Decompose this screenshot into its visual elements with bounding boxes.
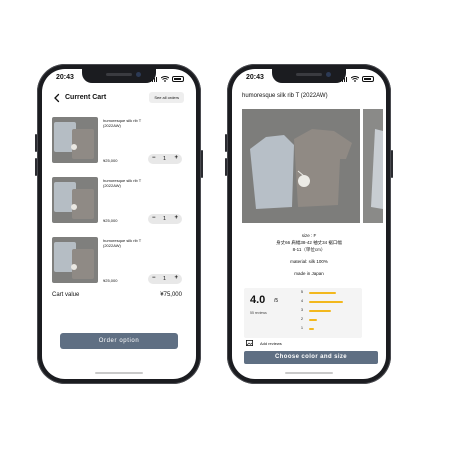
item-price: ¥25,000 bbox=[103, 218, 118, 223]
cart-value-label: Cart value bbox=[52, 292, 80, 298]
status-time: 20:43 bbox=[246, 74, 264, 81]
decrease-button[interactable]: − bbox=[152, 275, 156, 281]
origin-info: made in Japan bbox=[294, 271, 324, 276]
battery-icon bbox=[362, 75, 374, 82]
status-bar: 20:43 bbox=[232, 73, 386, 85]
volume-button bbox=[35, 134, 37, 152]
decrease-button[interactable]: − bbox=[152, 155, 156, 161]
material-info: material: silk 100% bbox=[290, 259, 328, 264]
measurements-line-1: 身丈66 肩幅38-42 袖丈34 裾口幅 bbox=[276, 240, 342, 245]
decrease-button[interactable]: − bbox=[152, 215, 156, 221]
review-count: 55 reviews bbox=[250, 311, 267, 315]
rating-bar-fill bbox=[309, 318, 317, 321]
home-indicator[interactable] bbox=[285, 372, 333, 374]
right-screen: 20:43 humoresque silk rib T (2022AW) siz… bbox=[232, 69, 386, 379]
see-all-orders-button[interactable]: See all orders bbox=[149, 92, 184, 103]
item-name: humoresque silk rib T (2022AW) bbox=[103, 178, 142, 188]
rating-bar-fill bbox=[309, 327, 314, 330]
item-name: humoresque silk rib T (2022AW) bbox=[103, 118, 142, 128]
review-summary: 4.0 /5 55 reviews 5 4 3 2 1 bbox=[244, 288, 362, 338]
quantity-stepper: − 1 + bbox=[148, 154, 182, 164]
product-image-next[interactable] bbox=[363, 109, 383, 223]
rating-bar-label: 4 bbox=[301, 299, 303, 303]
item-price: ¥25,000 bbox=[103, 278, 118, 283]
status-bar: 20:43 bbox=[42, 73, 196, 85]
battery-icon bbox=[172, 75, 184, 82]
item-price: ¥25,000 bbox=[103, 158, 118, 163]
cart-total: ¥75,000 bbox=[160, 292, 182, 298]
quantity-stepper: − 1 + bbox=[148, 214, 182, 224]
volume-button bbox=[35, 158, 37, 176]
left-phone: 20:43 Current Cart See all orders humore… bbox=[35, 64, 203, 384]
increase-button[interactable]: + bbox=[174, 215, 178, 221]
cart-header: Current Cart See all orders bbox=[42, 91, 196, 107]
right-phone: 20:43 humoresque silk rib T (2022AW) siz… bbox=[225, 64, 393, 384]
rating-bar-fill bbox=[309, 309, 332, 312]
rating-bar-label: 5 bbox=[301, 290, 303, 294]
measurements-line-2: 8-11（単位cm） bbox=[292, 247, 326, 252]
rating-bar-fill bbox=[309, 300, 344, 303]
status-time: 20:43 bbox=[56, 74, 74, 81]
rating-bar-label: 2 bbox=[301, 317, 303, 321]
product-thumbnail[interactable] bbox=[52, 117, 98, 163]
left-screen: 20:43 Current Cart See all orders humore… bbox=[42, 69, 196, 379]
power-button bbox=[201, 150, 203, 178]
signal-icon bbox=[149, 75, 158, 82]
signal-icon bbox=[339, 75, 348, 82]
add-reviews-label: Add reviews bbox=[260, 341, 282, 346]
rating-bar-label: 1 bbox=[301, 326, 303, 330]
product-image[interactable] bbox=[242, 109, 360, 223]
item-name: humoresque silk rib T (2022AW) bbox=[103, 238, 142, 248]
volume-button bbox=[225, 134, 227, 152]
cart-item: humoresque silk rib T (2022AW) ¥25,000 −… bbox=[52, 117, 186, 173]
cart-item: humoresque silk rib T (2022AW) ¥25,000 −… bbox=[52, 237, 186, 293]
cart-item: humoresque silk rib T (2022AW) ¥25,000 −… bbox=[52, 177, 186, 233]
order-option-button[interactable]: Order option bbox=[60, 333, 178, 349]
increase-button[interactable]: + bbox=[174, 155, 178, 161]
quantity-value: 1 bbox=[163, 275, 167, 282]
product-thumbnail[interactable] bbox=[52, 237, 98, 283]
quantity-value: 1 bbox=[163, 215, 167, 222]
image-icon bbox=[246, 340, 253, 346]
page-title: Current Cart bbox=[65, 94, 107, 101]
product-thumbnail[interactable] bbox=[52, 177, 98, 223]
wifi-icon bbox=[161, 75, 169, 82]
rating-scale: /5 bbox=[274, 298, 279, 304]
volume-button bbox=[225, 158, 227, 176]
quantity-stepper: − 1 + bbox=[148, 274, 182, 284]
home-indicator[interactable] bbox=[95, 372, 143, 374]
rating-bar-fill bbox=[309, 291, 337, 294]
product-title: humoresque silk rib T (2022AW) bbox=[242, 93, 328, 99]
size-info: size : F bbox=[301, 233, 317, 238]
increase-button[interactable]: + bbox=[174, 275, 178, 281]
quantity-value: 1 bbox=[163, 155, 167, 162]
rating-bar-label: 3 bbox=[301, 308, 303, 312]
power-button bbox=[391, 150, 393, 178]
rating-value: 4.0 bbox=[250, 294, 266, 306]
wifi-icon bbox=[351, 75, 359, 82]
choose-color-size-button[interactable]: Choose color and size bbox=[244, 351, 378, 364]
chevron-left-icon[interactable] bbox=[52, 93, 62, 103]
